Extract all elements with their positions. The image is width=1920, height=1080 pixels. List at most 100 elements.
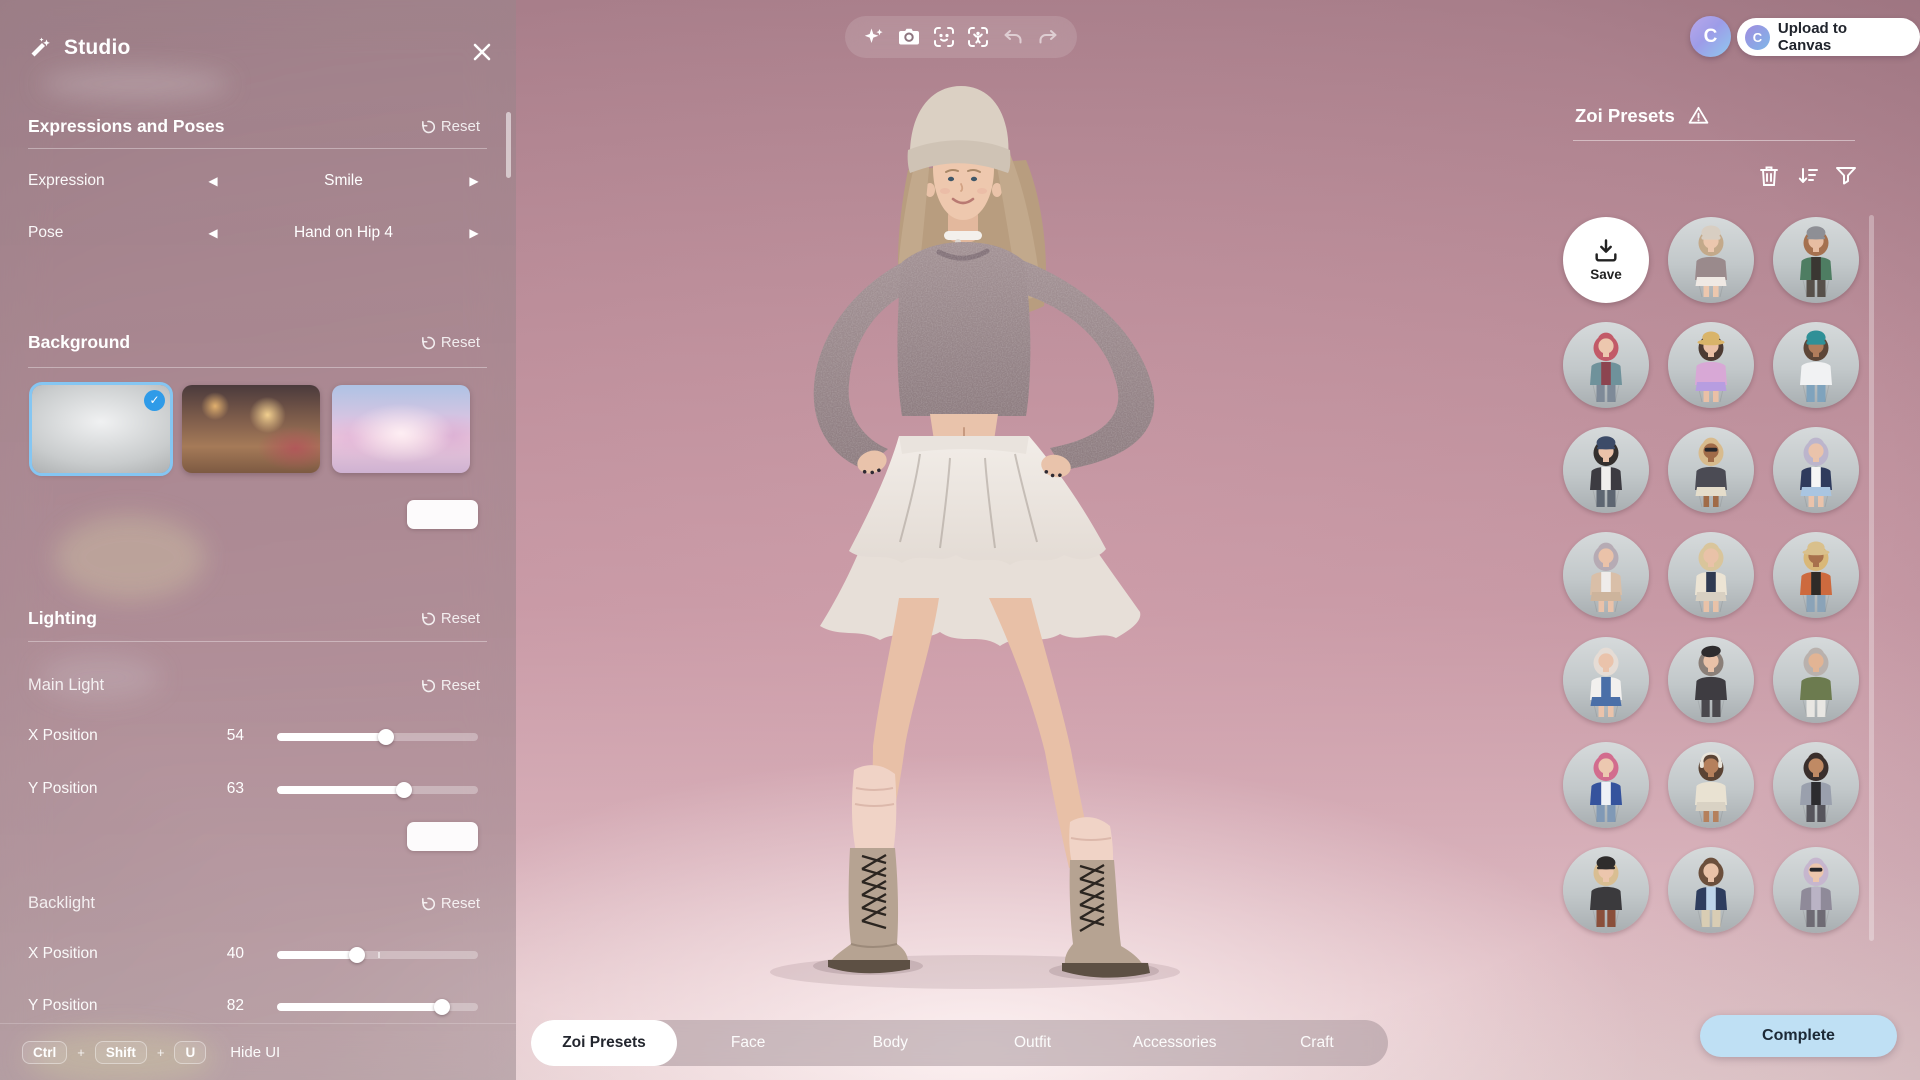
preset-olive-military-jacket[interactable]	[1773, 637, 1859, 723]
pose-next-icon[interactable]: ▶	[461, 226, 487, 240]
backlight-y-slider: Y Position 82	[28, 992, 487, 1022]
slider-value: 82	[186, 997, 244, 1015]
preset-orange-shirt-bucket-hat[interactable]	[1773, 532, 1859, 618]
background-thumb-cozy-room[interactable]	[182, 385, 320, 473]
tab-face[interactable]: Face	[677, 1034, 819, 1052]
tab-accessories[interactable]: Accessories	[1104, 1034, 1246, 1052]
background-thumb-pink-sky[interactable]	[332, 385, 470, 473]
preset-headphones-cream-sweatshirt[interactable]	[1668, 742, 1754, 828]
filter-icon[interactable]	[1834, 164, 1858, 188]
save-preset-button[interactable]: Save	[1563, 217, 1649, 303]
section-title-background: Background	[28, 332, 130, 353]
preset-lavender-windbreaker[interactable]	[1773, 847, 1859, 933]
preset-black-cap-leather-pants[interactable]	[1563, 847, 1649, 933]
main-light-color-swatch[interactable]	[407, 822, 478, 851]
preset-grey-jacket-black-crop[interactable]	[1773, 742, 1859, 828]
presets-scrollbar[interactable]	[1869, 215, 1874, 941]
reset-icon	[420, 119, 436, 135]
preset-navy-cap-black-vest[interactable]	[1563, 427, 1649, 513]
undo-icon[interactable]	[1000, 24, 1026, 50]
slider-track[interactable]	[277, 951, 478, 959]
canvas-logo-button[interactable]: C	[1690, 16, 1731, 57]
reset-main-light-button[interactable]: Reset	[420, 677, 480, 694]
reset-icon	[420, 611, 436, 627]
slider-handle[interactable]	[378, 729, 394, 745]
sort-descending-icon[interactable]	[1796, 164, 1820, 188]
preset-teal-red-colorblock-hoodie[interactable]	[1563, 322, 1649, 408]
body-scan-icon[interactable]	[965, 24, 991, 50]
slider-label: Y Position	[28, 997, 98, 1015]
character-model	[770, 86, 1180, 989]
section-title-lighting: Lighting	[28, 608, 97, 629]
slider-track[interactable]	[277, 1003, 478, 1011]
pose-value: Hand on Hip 4	[226, 224, 461, 242]
magic-wand-icon	[28, 36, 52, 60]
preset-actions	[1758, 164, 1858, 188]
slider-handle[interactable]	[349, 947, 365, 963]
preset-beige-collar-dress[interactable]	[1563, 532, 1649, 618]
keycap-ctrl: Ctrl	[22, 1041, 67, 1064]
preset-navy-blazer-blue-shirt[interactable]	[1668, 847, 1754, 933]
hide-ui-button[interactable]: Hide UI	[230, 1044, 280, 1061]
tab-outfit[interactable]: Outfit	[961, 1034, 1103, 1052]
main-light-title: Main Light	[28, 676, 104, 695]
category-tab-bar: Zoi PresetsFaceBodyOutfitAccessoriesCraf…	[531, 1020, 1388, 1066]
slider-label: X Position	[28, 727, 98, 745]
slider-track[interactable]	[277, 786, 478, 794]
preset-teal-beanie-white-tee[interactable]	[1773, 322, 1859, 408]
canvas-mini-logo-icon: C	[1745, 25, 1770, 50]
canvas-logo-icon: C	[1704, 26, 1718, 48]
keycap-u: U	[174, 1041, 206, 1064]
sparkles-icon[interactable]	[861, 24, 887, 50]
reset-lighting-button[interactable]: Reset	[420, 610, 480, 627]
slider-value: 40	[186, 945, 244, 963]
tab-body[interactable]: Body	[819, 1034, 961, 1052]
preset-straw-hat-pink-dress[interactable]	[1668, 322, 1754, 408]
reset-background-button[interactable]: Reset	[420, 334, 480, 351]
camera-icon[interactable]	[896, 24, 922, 50]
preset-navy-cream-varsity-cardigan[interactable]	[1668, 532, 1754, 618]
expression-next-icon[interactable]: ▶	[461, 174, 487, 188]
slider-handle[interactable]	[396, 782, 412, 798]
background-thumb-studio-backdrop[interactable]: ✓	[32, 385, 170, 473]
reset-icon	[420, 678, 436, 694]
slider-label: Y Position	[28, 780, 98, 798]
backlight-title: Backlight	[28, 894, 95, 913]
studio-header: Studio	[28, 36, 131, 60]
expression-prev-icon[interactable]: ◀	[200, 174, 226, 188]
tab-zoi-presets[interactable]: Zoi Presets	[531, 1020, 677, 1066]
pose-prev-icon[interactable]: ◀	[200, 226, 226, 240]
selected-check-icon: ✓	[144, 390, 165, 411]
preset-blue-varsity-jacket-pink-hair[interactable]	[1563, 742, 1649, 828]
panel-title: Studio	[64, 36, 131, 60]
plus-separator: +	[157, 1045, 165, 1060]
backlight-x-slider: X Position 40	[28, 940, 487, 970]
blurred-content	[40, 68, 230, 100]
pose-selector: Pose ◀ Hand on Hip 4 ▶	[28, 220, 487, 246]
slider-track[interactable]	[277, 733, 478, 741]
reset-backlight-button[interactable]: Reset	[420, 895, 480, 912]
background-color-swatch[interactable]	[407, 500, 478, 529]
shortcut-keys: Ctrl+Shift+U	[22, 1041, 206, 1064]
preset-white-jacket-blue-dress[interactable]	[1563, 637, 1649, 723]
complete-button[interactable]: Complete	[1700, 1015, 1897, 1057]
trash-icon[interactable]	[1758, 164, 1782, 188]
close-icon[interactable]	[468, 38, 496, 66]
panel-scrollbar[interactable]	[506, 112, 511, 178]
expression-value: Smile	[226, 172, 461, 190]
redo-icon[interactable]	[1035, 24, 1061, 50]
slider-handle[interactable]	[434, 999, 450, 1015]
slider-label: X Position	[28, 945, 98, 963]
upload-to-canvas-button[interactable]: C Upload to Canvas	[1737, 18, 1920, 56]
reset-expressions-button[interactable]: Reset	[420, 118, 480, 135]
preset-black-beret-black-coat[interactable]	[1668, 637, 1754, 723]
tab-craft[interactable]: Craft	[1246, 1034, 1388, 1052]
preset-navy-jacket-blue-shorts[interactable]	[1773, 427, 1859, 513]
face-scan-icon[interactable]	[931, 24, 957, 50]
viewport-toolbar	[845, 16, 1077, 58]
main-light-x-slider: X Position54	[28, 722, 487, 752]
warning-triangle-icon[interactable]	[1687, 104, 1710, 127]
preset-bomber-cream-shorts[interactable]	[1668, 427, 1754, 513]
preset-green-jacket-grey-cap[interactable]	[1773, 217, 1859, 303]
preset-grey-sweater-white-skirt[interactable]	[1668, 217, 1754, 303]
